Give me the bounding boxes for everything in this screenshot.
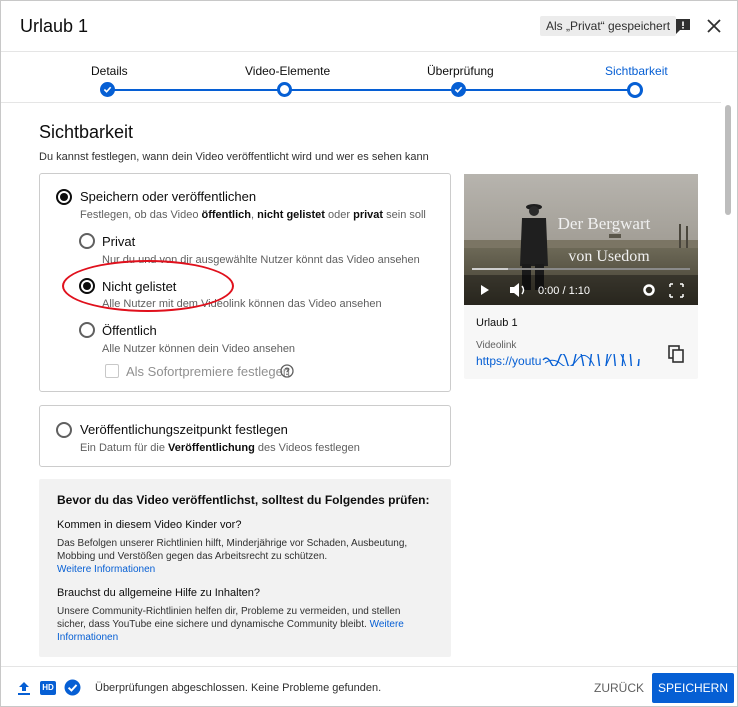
video-link-label: Videolink [476, 340, 517, 351]
premiere-label[interactable]: Als Sofortpremiere festlegen [126, 364, 290, 379]
video-link[interactable]: https://youtu [476, 333, 641, 389]
save-publish-desc: Festlegen, ob das Video öffentlich, nich… [80, 209, 426, 221]
footer-divider [1, 666, 737, 667]
footer-status-text: Überprüfungen abgeschlossen. Keine Probl… [95, 682, 382, 694]
step-review-label[interactable]: Überprüfung [427, 64, 494, 78]
video-time: 0:00 / 1:10 [538, 285, 590, 297]
video-overlay-line2: von Usedom [568, 248, 650, 265]
radio-unlisted[interactable] [79, 278, 95, 294]
save-button[interactable]: SPEICHERN [652, 673, 734, 703]
checks-question-help: Brauchst du allgemeine Hilfe zu Inhalten… [57, 587, 261, 599]
step-details-done-icon[interactable] [100, 82, 115, 97]
step-details-label[interactable]: Details [91, 64, 128, 78]
learn-more-link-kids[interactable]: Weitere Informationen [57, 564, 155, 575]
schedule-radio[interactable] [56, 422, 72, 438]
radio-public[interactable] [79, 322, 95, 338]
stepper-divider [1, 102, 721, 103]
video-preview-card: Der Bergwart von Usedom 0:00 / 1:10 Urla… [464, 174, 698, 389]
visibility-heading: Sichtbarkeit [39, 122, 134, 142]
upload-icon[interactable] [16, 680, 32, 696]
checks-complete-icon[interactable] [64, 679, 81, 696]
close-icon[interactable] [705, 17, 723, 35]
upload-stepper: Details Video-Elemente Überprüfung Sicht… [1, 52, 737, 102]
dialog-header: Urlaub 1 Als „Privat“ gespeichert [1, 1, 737, 51]
prepublish-checks-panel: Bevor du das Video veröffentlichst, soll… [39, 479, 451, 657]
option-unlisted-desc: Alle Nutzer mit dem Videolink können das… [102, 298, 382, 310]
step-review-done-icon[interactable] [451, 82, 466, 97]
option-private-desc: Nur du und von dir ausgewählte Nutzer kö… [102, 254, 420, 266]
back-button[interactable]: ZURÜCK [590, 675, 648, 701]
copy-icon[interactable] [667, 344, 685, 364]
help-icon[interactable] [280, 364, 294, 378]
premiere-checkbox[interactable] [105, 364, 119, 378]
option-private-label[interactable]: Privat [102, 234, 135, 249]
checks-title: Bevor du das Video veröffentlichst, soll… [57, 493, 430, 507]
radio-private[interactable] [79, 233, 95, 249]
visibility-subtitle: Du kannst festlegen, wann dein Video ver… [39, 151, 429, 163]
feedback-icon[interactable] [674, 17, 692, 35]
schedule-card: Veröffentlichungszeitpunkt festlegen Ein… [39, 405, 451, 467]
step-video-elements-dot[interactable] [277, 82, 292, 97]
save-publish-card: Speichern oder veröffentlichen Festlegen… [39, 173, 451, 392]
content-scrollbar[interactable] [725, 105, 731, 665]
saved-status-badge: Als „Privat“ gespeichert [540, 16, 677, 36]
checks-text-help: Unsere Community-Richtlinien helfen dir,… [57, 606, 404, 643]
hd-badge-icon[interactable]: HD [40, 681, 56, 695]
stepper-line [108, 89, 635, 91]
step-visibility-label[interactable]: Sichtbarkeit [605, 64, 668, 78]
checks-text-kids: Das Befolgen unserer Richtlinien hilft, … [57, 538, 408, 575]
option-public-label[interactable]: Öffentlich [102, 323, 157, 338]
video-thumbnail[interactable]: Der Bergwart von Usedom 0:00 / 1:10 [464, 174, 698, 305]
save-publish-label[interactable]: Speichern oder veröffentlichen [80, 189, 256, 204]
schedule-desc: Ein Datum für die Veröffentlichung des V… [80, 442, 360, 454]
redacted-link-scribble [542, 333, 641, 389]
save-publish-radio[interactable] [56, 189, 72, 205]
video-title: Urlaub 1 [476, 317, 518, 329]
schedule-label[interactable]: Veröffentlichungszeitpunkt festlegen [80, 422, 288, 437]
checks-question-kids: Kommen in diesem Video Kinder vor? [57, 519, 242, 531]
scrollbar-thumb[interactable] [725, 105, 731, 215]
upload-dialog: Urlaub 1 Als „Privat“ gespeichert Detail… [0, 0, 738, 707]
step-visibility-dot[interactable] [627, 82, 643, 98]
step-video-elements-label[interactable]: Video-Elemente [245, 64, 330, 78]
video-overlay-line1: Der Bergwart [558, 214, 651, 233]
option-public-desc: Alle Nutzer können dein Video ansehen [102, 343, 296, 355]
dialog-title: Urlaub 1 [20, 16, 89, 36]
video-scene-image: Der Bergwart von Usedom 0:00 / 1:10 [464, 174, 698, 305]
option-unlisted-label[interactable]: Nicht gelistet [102, 279, 176, 294]
